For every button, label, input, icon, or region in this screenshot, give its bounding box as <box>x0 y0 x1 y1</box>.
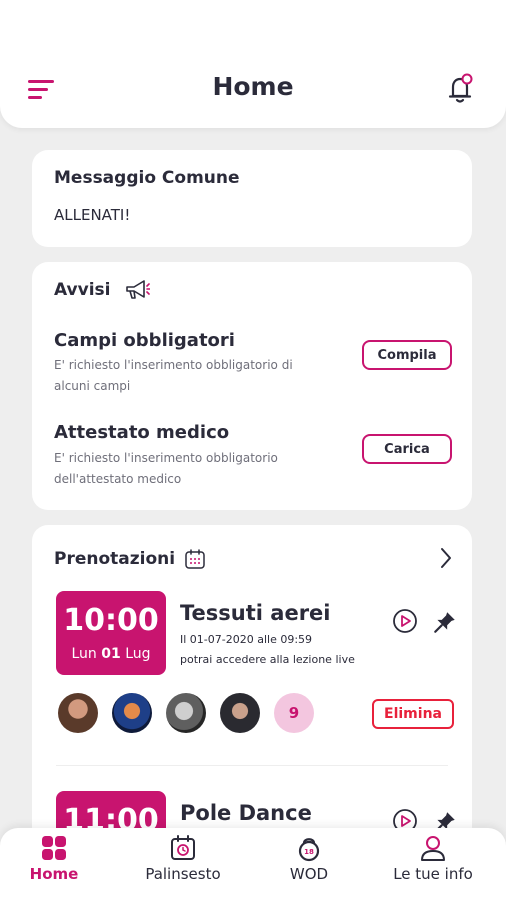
bookings-card-title: Prenotazioni <box>54 549 176 569</box>
nav-label-le-tue-info: Le tue info <box>393 865 473 883</box>
lesson-subtitle-line2: potrai accedere alla lezione live <box>180 653 355 666</box>
notice-description: E' richiesto l'inserimento obbligatorio … <box>54 358 293 393</box>
lesson-title: Tessuti aerei <box>180 601 331 625</box>
booking-day-name: Lun <box>71 646 97 662</box>
booking-date: Lun 01 Lug <box>56 646 166 662</box>
message-card: Messaggio Comune ALLENATI! <box>32 150 472 247</box>
kettlebell-icon: 18 <box>298 838 320 862</box>
nav-item-palinsesto[interactable]: Palinsesto <box>123 834 243 896</box>
booking-time-box: 10:00 Lun 01 Lug <box>56 591 166 675</box>
notices-card-title: Avvisi <box>54 280 111 300</box>
booking-time: 10:00 <box>63 603 159 638</box>
nav-label-palinsesto: Palinsesto <box>145 865 221 883</box>
nav-item-le-tue-info[interactable]: Le tue info <box>373 834 493 896</box>
calendar-icon <box>185 549 205 569</box>
notices-card: Avvisi Campi obbligatori E' richiesto l'… <box>32 262 472 510</box>
carica-button[interactable]: Carica <box>362 434 452 464</box>
booking-month: Lug <box>125 646 151 662</box>
live-play-icon[interactable] <box>392 608 418 634</box>
booking-day-number: 01 <box>101 646 121 662</box>
message-card-title: Messaggio Comune <box>54 168 240 188</box>
nav-label-home: Home <box>29 865 79 883</box>
user-icon <box>421 836 445 861</box>
lesson-subtitle-line1: Il 01-07-2020 alle 09:59 <box>180 633 313 646</box>
grid-icon <box>42 836 66 860</box>
app-header: Home <box>0 0 506 128</box>
delete-button[interactable]: Elimina <box>372 699 454 729</box>
chevron-right-icon[interactable] <box>439 547 453 569</box>
notice-title: Attestato medico <box>54 422 230 443</box>
pin-icon[interactable] <box>432 609 458 635</box>
message-text: ALLENATI! <box>54 206 131 224</box>
avatar[interactable] <box>58 693 98 733</box>
svg-text:18: 18 <box>304 848 314 856</box>
page-title: Home <box>212 72 294 101</box>
nav-item-wod[interactable]: 18 WOD <box>249 834 369 896</box>
bookings-card: Prenotazioni 10:00 Lun 01 Lug Tessuti ae… <box>32 525 472 855</box>
nav-item-home[interactable]: Home <box>0 834 114 896</box>
avatar[interactable] <box>112 693 152 733</box>
avatar[interactable] <box>166 693 206 733</box>
participants-count-badge[interactable]: 9 <box>274 693 314 733</box>
compila-button[interactable]: Compila <box>362 340 452 370</box>
notice-description: E' richiesto l'inserimento obbligatorio … <box>54 451 278 486</box>
bell-icon[interactable] <box>444 72 476 106</box>
divider <box>56 765 448 766</box>
megaphone-icon <box>126 280 150 299</box>
schedule-calendar-icon <box>171 835 195 860</box>
notice-title: Campi obbligatori <box>54 330 235 351</box>
lesson-title: Pole Dance <box>180 801 312 825</box>
bottom-navigation: Home Palinsesto 18 WOD Le tue info <box>0 828 506 900</box>
nav-label-wod: WOD <box>289 865 329 883</box>
avatar[interactable] <box>220 693 260 733</box>
